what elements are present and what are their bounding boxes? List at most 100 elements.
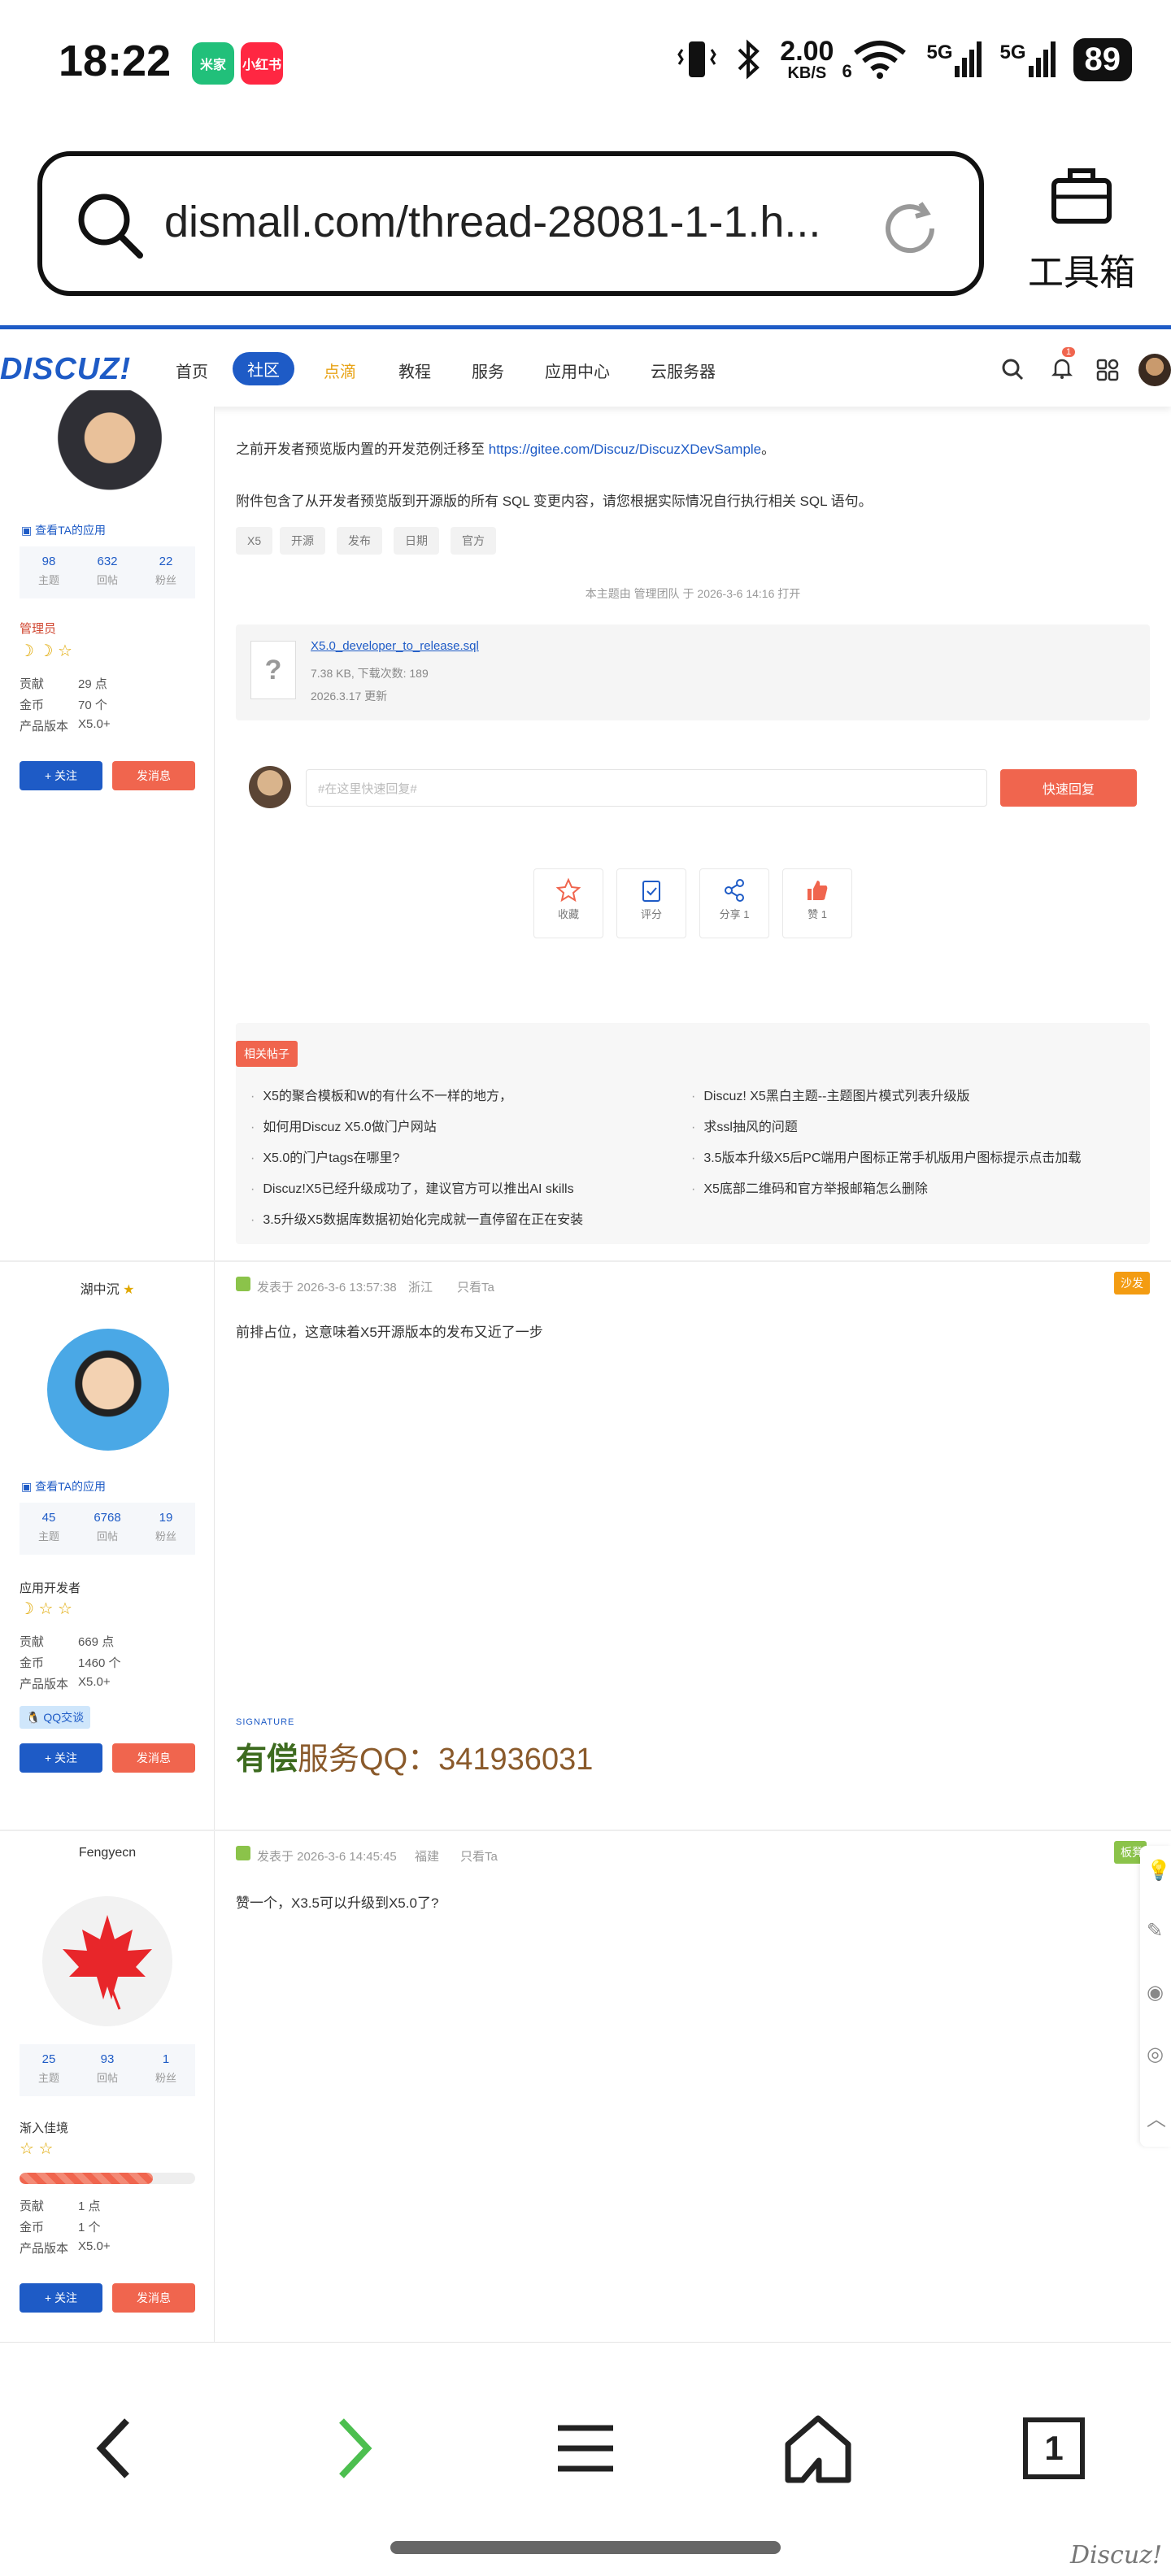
tag-official[interactable]: 官方 <box>451 527 496 555</box>
nav-diandi[interactable]: 点滴 <box>324 359 356 382</box>
like-label: 赞 1 <box>808 908 827 920</box>
signal-icon-2: 5G <box>999 41 1056 77</box>
related-threads-label: 相关帖子 <box>236 1041 298 1067</box>
back-to-top-icon[interactable]: ︿ <box>1147 2103 1166 2131</box>
nav-community[interactable]: 社区 <box>233 352 294 385</box>
post1-author-panel: ▣ 查看TA的应用 98 主题 632 回帖 22 粉丝 管理员 ☽ ☽ ☆ 贡献 2… <box>0 390 215 1260</box>
network-speed: 2.00 KB/S <box>780 36 834 82</box>
gold-value: 70 个 <box>78 698 107 712</box>
signature-label: SIGNATURE <box>236 1717 295 1727</box>
menu-button[interactable] <box>537 2400 634 2497</box>
maple-leaf-icon <box>63 1915 152 2010</box>
tag-release[interactable]: 发布 <box>337 527 382 555</box>
qq-icon[interactable]: ◉ <box>1147 1981 1164 2004</box>
battery-indicator: 89 <box>1073 37 1132 81</box>
stat-replies[interactable]: 6768 回帖 <box>78 1503 137 1555</box>
like-button[interactable]: 赞 1 <box>782 868 852 938</box>
floor-badge: 沙发 <box>1114 1272 1150 1295</box>
stat-replies[interactable]: 93 回帖 <box>78 2044 137 2096</box>
stat-fans[interactable]: 1 粉丝 <box>137 2044 195 2096</box>
status-bar: 18:22 米家 小红书 2.00 KB/S 6 5G 5G 89 <box>0 0 1171 130</box>
view-apps-link[interactable]: ▣ 查看TA的应用 <box>21 522 106 538</box>
related-thread-link[interactable]: 3.5版本升级X5后PC端用户图标正常手机版用户图标提示点击加载 <box>691 1147 1081 1166</box>
message-button[interactable]: 发消息 <box>112 2283 195 2313</box>
url-text[interactable]: dismall.com/thread-28081-1-1.h... <box>164 197 821 247</box>
site-logo[interactable]: DISCUZ! <box>0 352 131 387</box>
search-icon[interactable] <box>1000 357 1025 381</box>
version-value: X5.0+ <box>78 2239 111 2253</box>
stat-replies[interactable]: 632 回帖 <box>78 546 137 598</box>
author-avatar[interactable] <box>42 1896 172 2026</box>
rank-stars-icon: ☽ ☽ ☆ <box>20 642 72 660</box>
stat-threads[interactable]: 45 主题 <box>20 1503 78 1555</box>
home-button[interactable] <box>769 2400 867 2497</box>
apps-grid-icon[interactable] <box>1096 359 1119 381</box>
attachment-filename[interactable]: X5.0_developer_to_release.sql <box>311 639 479 653</box>
related-thread-link[interactable]: X5的聚合模板和W的有什么不一样的地方， <box>250 1085 512 1104</box>
tabs-button[interactable]: 1 <box>1005 2400 1103 2497</box>
author-avatar[interactable] <box>47 1329 169 1451</box>
nav-tutorial[interactable]: 教程 <box>398 359 431 382</box>
tag-date[interactable]: 日期 <box>394 527 439 555</box>
rate-label: 评分 <box>640 908 662 920</box>
only-view-author-link[interactable]: 只看Ta <box>457 1278 494 1295</box>
nav-app-center[interactable]: 应用中心 <box>545 359 610 382</box>
devsample-link[interactable]: https://gitee.com/Discuz/DiscuzXDevSampl… <box>489 442 761 457</box>
related-thread-link[interactable]: Discuz! X5黑白主题--主题图片模式列表升级版 <box>691 1085 969 1104</box>
nav-cloud-server[interactable]: 云服务器 <box>651 359 716 382</box>
stat-threads[interactable]: 98 主题 <box>20 546 78 598</box>
wechat-icon[interactable]: ◎ <box>1147 2043 1164 2066</box>
post-time-icon <box>236 1277 250 1291</box>
quick-reply-input[interactable]: #在这里快速回复# <box>306 769 987 807</box>
post2-content: 前排占位，这意味着X5开源版本的发布又近了一步 <box>236 1325 543 1340</box>
nav-service[interactable]: 服务 <box>472 359 504 382</box>
share-label: 分享 1 <box>719 908 750 920</box>
edit-icon[interactable]: ✎ <box>1147 1919 1163 1943</box>
rate-button[interactable]: 评分 <box>616 868 686 938</box>
related-thread-link[interactable]: 3.5升级X5数据库数据初始化完成就一直停留在正在安装 <box>250 1208 583 1228</box>
only-view-author-link[interactable]: 只看Ta <box>460 1847 498 1865</box>
follow-button[interactable]: + 关注 <box>20 1743 102 1773</box>
nav-home[interactable]: 首页 <box>176 359 208 382</box>
author-stats: 45 主题 6768 回帖 19 粉丝 <box>20 1503 195 1555</box>
back-button[interactable] <box>65 2400 163 2497</box>
author-avatar[interactable] <box>50 390 169 496</box>
quick-reply-button[interactable]: 快速回复 <box>1000 769 1137 807</box>
stat-fans[interactable]: 19 粉丝 <box>137 1503 195 1555</box>
author-name[interactable]: 湖中沉 ★ <box>0 1278 215 1298</box>
signature-text: 有偿服务QQ：341936031 <box>236 1743 594 1777</box>
post1-text-1: 之前开发者预览版内置的开发范例迁移至 https://gitee.com/Dis… <box>236 442 776 457</box>
reload-icon[interactable] <box>880 198 940 259</box>
stat-fans[interactable]: 22 粉丝 <box>137 546 195 598</box>
bluetooth-icon <box>738 39 760 80</box>
message-button[interactable]: 发消息 <box>112 1743 195 1773</box>
notification-bell[interactable]: 1 <box>1049 347 1076 381</box>
contribution-label: 贡献 <box>20 1635 45 1649</box>
toolbox-button[interactable]: 工具箱 <box>1016 163 1147 301</box>
message-button[interactable]: 发消息 <box>112 761 195 790</box>
chevron-right-icon <box>339 2418 372 2478</box>
tag-opensource[interactable]: 开源 <box>280 527 325 555</box>
tag-x5[interactable]: X5 <box>236 527 273 555</box>
follow-button[interactable]: + 关注 <box>20 2283 102 2313</box>
attachment-box: ? X5.0_developer_to_release.sql 7.38 KB,… <box>236 624 1150 720</box>
user-avatar[interactable] <box>1138 354 1171 386</box>
share-button[interactable]: 分享 1 <box>699 868 769 938</box>
qq-chat-badge[interactable]: 🐧 QQ交谈 <box>20 1706 91 1729</box>
related-thread-link[interactable]: Discuz!X5已经升级成功了，建议官方可以推出AI skills <box>250 1177 573 1197</box>
address-bar[interactable]: dismall.com/thread-28081-1-1.h... <box>37 151 984 296</box>
stat-threads[interactable]: 25 主题 <box>20 2044 78 2096</box>
forward-button[interactable] <box>306 2400 403 2497</box>
related-thread-link[interactable]: 求ssl抽风的问题 <box>691 1116 798 1135</box>
signal-icon-1: 5G <box>926 41 982 77</box>
file-unknown-icon: ? <box>250 641 296 699</box>
related-thread-link[interactable]: 如何用Discuz X5.0做门户网站 <box>250 1116 436 1135</box>
favorite-button[interactable]: 收藏 <box>533 868 603 938</box>
related-thread-link[interactable]: X5底部二维码和官方举报邮箱怎么删除 <box>691 1177 928 1197</box>
related-thread-link[interactable]: X5.0的门户tags在哪里? <box>250 1147 399 1166</box>
author-name[interactable]: Fengyecn <box>0 1846 215 1860</box>
chevron-left-icon <box>96 2418 129 2478</box>
view-apps-link[interactable]: ▣ 查看TA的应用 <box>21 1478 106 1495</box>
follow-button[interactable]: + 关注 <box>20 761 102 790</box>
lightbulb-icon[interactable]: 💡 <box>1147 1859 1171 1882</box>
